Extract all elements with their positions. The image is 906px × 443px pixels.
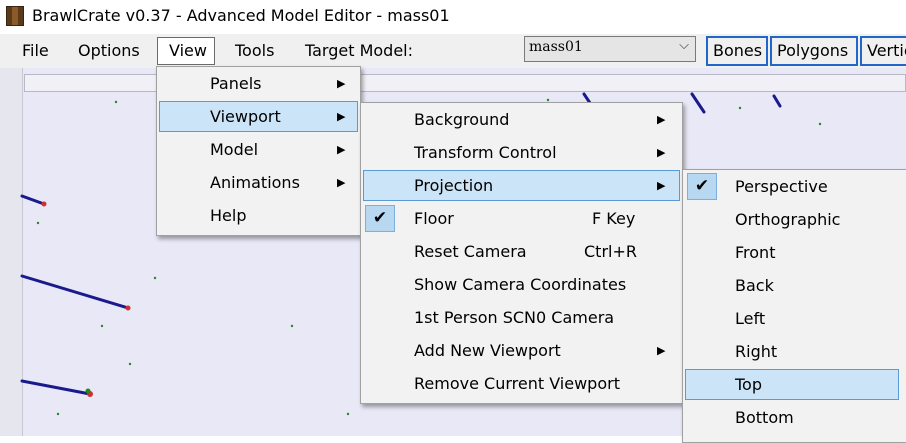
scene-dot: [56, 412, 60, 416]
submenu-arrow-icon: ▶: [657, 113, 666, 126]
projection-menu-back[interactable]: Back: [685, 270, 906, 301]
submenu-arrow-icon: ▶: [657, 344, 666, 357]
submenu-arrow-icon: ▶: [337, 110, 346, 123]
check-icon: ✔: [365, 205, 395, 232]
submenu-arrow-icon: ▶: [657, 146, 666, 159]
bone-line: [772, 94, 782, 108]
scene-dot: [128, 362, 132, 366]
check-icon: ✔: [687, 173, 717, 200]
bone-line: [20, 379, 92, 396]
viewport-menu-1st-person-camera[interactable]: 1st Person SCN0 Camera: [363, 302, 680, 333]
projection-menu-right[interactable]: Right: [685, 336, 906, 367]
title-bar: BrawlCrate v0.37 - Advanced Model Editor…: [0, 0, 906, 34]
submenu-arrow-icon: ▶: [337, 143, 346, 156]
joint-marker: [85, 388, 91, 394]
viewport-menu-reset-camera[interactable]: Reset Camera Ctrl+R: [363, 236, 680, 267]
scene-dot: [100, 324, 104, 328]
view-menu: Panels ▶ Viewport ▶ Model ▶ Animations ▶…: [156, 66, 361, 236]
scene-dot: [153, 276, 157, 280]
chevron-down-icon: ⌵: [679, 38, 689, 53]
target-model-value: mass01: [529, 39, 583, 55]
scene-dot: [546, 98, 550, 102]
viewport-menu-remove-current-viewport[interactable]: Remove Current Viewport: [363, 368, 680, 399]
projection-menu-perspective[interactable]: ✔ Perspective: [685, 171, 906, 202]
bone-line: [20, 194, 46, 206]
menu-view[interactable]: View: [157, 37, 215, 65]
viewport-menu-projection[interactable]: Projection ▶: [363, 170, 680, 201]
scene-dot: [290, 324, 294, 328]
view-menu-animations[interactable]: Animations ▶: [159, 167, 358, 198]
bone-line: [20, 274, 130, 310]
scene-dot: [818, 122, 822, 126]
viewport-menu-show-camera-coordinates[interactable]: Show Camera Coordinates: [363, 269, 680, 300]
joint-marker: [125, 305, 131, 311]
target-model-label: Target Model:: [305, 41, 414, 60]
menu-options[interactable]: Options: [70, 37, 148, 65]
menu-tools[interactable]: Tools: [227, 37, 282, 65]
projection-menu-top[interactable]: Top: [685, 369, 899, 400]
scene-dot: [36, 221, 40, 225]
projection-menu-bottom[interactable]: Bottom: [685, 402, 906, 433]
submenu-arrow-icon: ▶: [337, 77, 346, 90]
viewport-menu-add-new-viewport[interactable]: Add New Viewport ▶: [363, 335, 680, 366]
shortcut-label: F Key: [592, 209, 636, 228]
scene-dot: [346, 412, 350, 416]
viewport-menu-background[interactable]: Background ▶: [363, 104, 680, 135]
joint-marker: [41, 201, 47, 207]
shortcut-label: Ctrl+R: [584, 242, 637, 261]
projection-menu-front[interactable]: Front: [685, 237, 906, 268]
scene-dot: [738, 106, 742, 110]
viewport-menu-transform-control[interactable]: Transform Control ▶: [363, 137, 680, 168]
submenu-arrow-icon: ▶: [657, 179, 666, 192]
projection-submenu: ✔ Perspective Orthographic Front Back Le…: [682, 169, 906, 443]
view-menu-panels[interactable]: Panels ▶: [159, 68, 358, 99]
bones-button[interactable]: Bones: [706, 36, 768, 66]
projection-menu-left[interactable]: Left: [685, 303, 906, 334]
viewport-menu-floor[interactable]: ✔ Floor F Key: [363, 203, 680, 234]
scene-dot: [114, 100, 118, 104]
viewport-submenu: Background ▶ Transform Control ▶ Project…: [360, 102, 683, 404]
bone-line: [690, 92, 706, 114]
submenu-arrow-icon: ▶: [337, 176, 346, 189]
view-menu-model[interactable]: Model ▶: [159, 134, 358, 165]
projection-menu-orthographic[interactable]: Orthographic: [685, 204, 906, 235]
polygons-button[interactable]: Polygons: [770, 36, 858, 66]
view-menu-viewport[interactable]: Viewport ▶: [159, 101, 358, 132]
menu-file[interactable]: File: [14, 37, 57, 65]
vertices-button[interactable]: Vertices: [860, 36, 906, 66]
view-menu-help[interactable]: Help: [159, 200, 358, 231]
brawlcrate-app-icon: [6, 6, 24, 26]
window-title: BrawlCrate v0.37 - Advanced Model Editor…: [32, 6, 450, 25]
target-model-dropdown[interactable]: mass01 ⌵: [524, 36, 696, 62]
